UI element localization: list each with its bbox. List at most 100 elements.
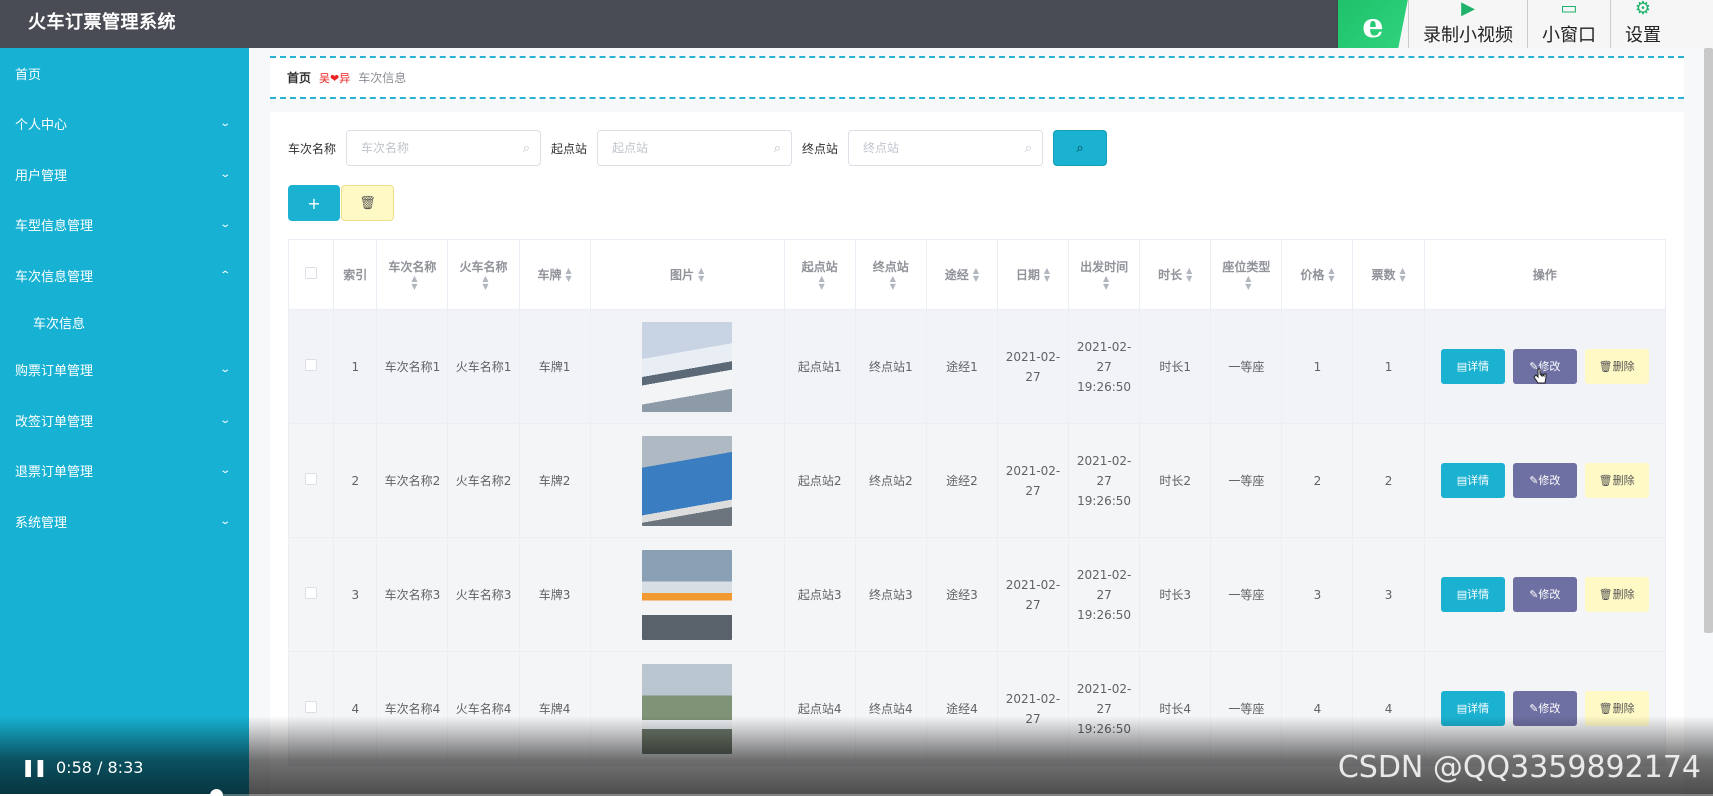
delete-button[interactable]: 🗑 删除 — [1584, 577, 1649, 612]
cell-locomotive: 火车名称3 — [447, 537, 520, 652]
sort-icon[interactable]: ▲ ▼ — [819, 275, 825, 291]
row-select — [287, 537, 335, 652]
col-price[interactable]: 价格 ▲ ▼ — [1281, 239, 1354, 310]
chevron-down-icon: ⌄ — [218, 364, 231, 376]
cell-duration: 时长3 — [1139, 537, 1212, 652]
train-name-label: 车次名称 — [288, 141, 337, 156]
sort-icon[interactable]: ▲ ▼ — [1044, 267, 1050, 283]
delete-button[interactable]: 🗑 删除 — [1584, 349, 1649, 384]
train-name-input[interactable] — [361, 141, 512, 155]
col-locomotive-label: 火车名称 — [459, 260, 508, 274]
col-date[interactable]: 日期 ▲ ▼ — [996, 239, 1070, 310]
start-station-input[interactable] — [612, 141, 763, 155]
edit-button[interactable]: ✎ 修改 — [1512, 463, 1577, 498]
cell-actions: ▤ 详情 ✎ 修改 🗑 删除 — [1423, 423, 1667, 538]
sidebar-item-refund-orders[interactable]: 退票订单管理 ⌄ — [0, 446, 249, 497]
row-checkbox[interactable] — [305, 358, 318, 371]
sort-icon[interactable]: ▲ ▼ — [973, 267, 979, 283]
search-button[interactable]: ⌕ — [1053, 130, 1108, 166]
trash-icon: 🗑 — [1598, 473, 1613, 487]
sort-icon[interactable]: ▲ ▼ — [1328, 267, 1334, 283]
document-icon: ▤ — [1456, 359, 1468, 373]
record-video-button[interactable]: ▶ 录制小视频 — [1408, 0, 1527, 52]
add-button[interactable]: + — [288, 185, 340, 221]
sidebar-item-purchase-orders[interactable]: 购票订单管理 ⌄ — [0, 345, 249, 396]
sort-icon[interactable]: ▲ ▼ — [566, 267, 572, 283]
detail-button[interactable]: ▤ 详情 — [1440, 463, 1505, 498]
page-scrollbar[interactable] — [1704, 48, 1713, 633]
edit-button[interactable]: ✎ 修改 — [1512, 577, 1577, 612]
video-progress-handle[interactable] — [210, 789, 223, 796]
cell-locomotive: 火车名称2 — [447, 423, 520, 538]
sidebar-item-label: 用户管理 — [15, 168, 68, 184]
col-depart[interactable]: 出发时间 ▲ ▼ — [1068, 239, 1141, 310]
sort-icon[interactable]: ▲ ▼ — [1245, 275, 1251, 291]
pause-icon[interactable]: ❚❚ — [21, 758, 47, 778]
batch-delete-button[interactable]: 🗑 — [341, 185, 394, 221]
cell-start: 起点站2 — [783, 423, 856, 538]
col-end[interactable]: 终点站 ▲ ▼ — [854, 239, 927, 310]
search-icon: ⌕ — [1076, 140, 1084, 156]
sidebar-item-train-types[interactable]: 车型信息管理 ⌄ — [0, 200, 249, 251]
edit-label: 修改 — [1538, 587, 1561, 601]
sidebar-item-personal[interactable]: 个人中心 ⌄ — [0, 99, 249, 150]
search-icon: ⌕ — [1024, 140, 1033, 156]
col-start[interactable]: 起点站 ▲ ▼ — [783, 239, 856, 310]
train-photo — [642, 435, 733, 526]
cell-plate: 车牌1 — [518, 309, 591, 424]
col-date-label: 日期 — [1015, 267, 1040, 282]
col-picture[interactable]: 图片 ▲ ▼ — [589, 239, 785, 310]
col-plate[interactable]: 车牌 ▲ ▼ — [518, 239, 591, 310]
sort-icon[interactable]: ▲ ▼ — [1186, 267, 1192, 283]
sidebar-item-train-info[interactable]: 车次信息 — [0, 301, 249, 345]
cell-actions: ▤ 详情 ✎ 修改 🗑 删除 — [1423, 309, 1667, 424]
col-actions: 操作 — [1423, 239, 1667, 310]
sort-icon[interactable]: ▲ ▼ — [890, 275, 896, 291]
col-price-label: 价格 — [1300, 267, 1325, 282]
col-via[interactable]: 途经 ▲ ▼ — [925, 239, 998, 310]
cell-picture — [589, 537, 785, 652]
delete-button[interactable]: 🗑 删除 — [1584, 463, 1649, 498]
breadcrumb-home[interactable]: 首页 — [287, 69, 311, 86]
sort-icon[interactable]: ▲ ▼ — [1399, 267, 1405, 283]
sort-icon[interactable]: ▲ ▼ — [1103, 275, 1109, 291]
row-select — [287, 309, 335, 424]
video-time: 0:58 / 8:33 — [56, 758, 144, 777]
col-tickets[interactable]: 票数 ▲ ▼ — [1352, 239, 1425, 310]
sidebar-item-change-orders[interactable]: 改签订单管理 ⌄ — [0, 395, 249, 446]
sidebar-item-label: 系统管理 — [15, 515, 68, 531]
video-icon: ▶ — [1461, 0, 1475, 19]
row-checkbox[interactable] — [305, 700, 318, 713]
sidebar-item-users[interactable]: 用户管理 ⌄ — [0, 149, 249, 200]
sort-icon[interactable]: ▲ ▼ — [698, 267, 704, 283]
cell-tickets: 3 — [1352, 537, 1425, 652]
col-duration[interactable]: 时长 ▲ ▼ — [1139, 239, 1212, 310]
col-locomotive[interactable]: 火车名称 ▲ ▼ — [447, 239, 520, 310]
end-station-label: 终点站 — [802, 141, 839, 156]
small-window-button[interactable]: ▭ 小窗口 — [1527, 0, 1610, 52]
sidebar-item-system[interactable]: 系统管理 ⌄ — [0, 496, 249, 547]
row-checkbox[interactable] — [305, 472, 318, 485]
sidebar-item-label: 改签订单管理 — [15, 414, 94, 430]
col-seat[interactable]: 座位类型 ▲ ▼ — [1210, 239, 1283, 310]
col-via-label: 途经 — [944, 267, 969, 282]
end-station-input[interactable] — [863, 141, 1014, 155]
cell-start: 起点站1 — [783, 309, 856, 424]
chevron-down-icon: ⌄ — [218, 465, 231, 477]
settings-label: 设置 — [1625, 25, 1661, 46]
sidebar-item-train-schedule[interactable]: 车次信息管理 ⌃ — [0, 250, 249, 301]
sidebar-item-home[interactable]: 首页 — [0, 48, 249, 99]
detail-button[interactable]: ▤ 详情 — [1440, 349, 1505, 384]
train-name-field: ⌕ — [346, 130, 542, 166]
table-row: 1 车次名称1 火车名称1 车牌1 起点站1 终点站1 途经1 2021-02-… — [287, 309, 1667, 424]
row-checkbox[interactable] — [305, 586, 318, 599]
sidebar-item-label: 车次信息管理 — [15, 269, 94, 285]
sort-icon[interactable]: ▲ ▼ — [482, 275, 488, 291]
select-all-checkbox[interactable] — [305, 267, 318, 279]
detail-button[interactable]: ▤ 详情 — [1440, 577, 1505, 612]
sidebar-item-label: 首页 — [15, 67, 42, 83]
settings-button[interactable]: ⚙ 设置 — [1610, 0, 1675, 52]
sort-icon[interactable]: ▲ ▼ — [411, 275, 417, 291]
col-train-name[interactable]: 车次名称 ▲ ▼ — [376, 239, 449, 310]
cell-depart: 2021-02-27 19:26:50 — [1068, 423, 1141, 538]
